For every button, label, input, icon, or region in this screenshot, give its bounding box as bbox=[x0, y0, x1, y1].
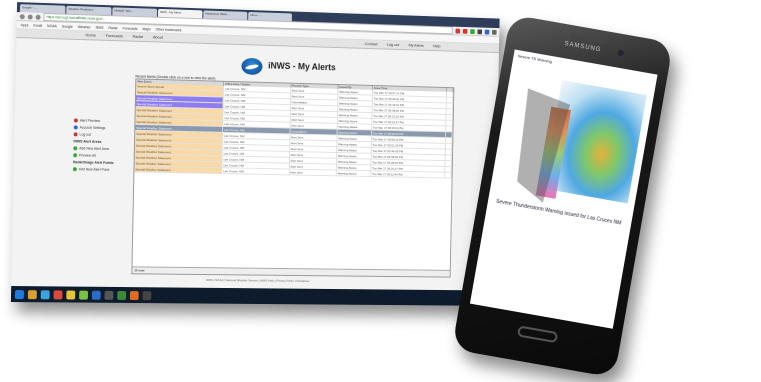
sidebar-item-label: Preview All bbox=[79, 153, 96, 158]
app-icon[interactable] bbox=[142, 290, 152, 300]
table-cell-area: Las Cruces, NM bbox=[221, 167, 289, 175]
camera-icon bbox=[617, 49, 625, 57]
reload-icon[interactable] bbox=[35, 14, 41, 20]
bookmark-item[interactable]: NWS bbox=[96, 24, 104, 31]
app-icon[interactable] bbox=[79, 290, 89, 300]
laptop-screenshot: Google - ... Weather Prediction Multiple T… bbox=[10, 2, 500, 306]
table-cell-time: Tue Mar 17 05:12:44 PM bbox=[370, 170, 446, 178]
sidebar-item-add-point[interactable]: Add New Alert Point bbox=[72, 166, 114, 174]
extension-icon[interactable] bbox=[484, 29, 490, 35]
bookmark-item[interactable]: Radar bbox=[108, 24, 117, 31]
back-icon[interactable] bbox=[19, 13, 25, 19]
alert-icon bbox=[73, 118, 78, 123]
browser-icon[interactable] bbox=[40, 289, 50, 299]
site-nav-link[interactable]: Contact bbox=[365, 40, 378, 48]
settings-icon bbox=[73, 125, 78, 130]
site-nav-link[interactable]: Home bbox=[85, 31, 96, 39]
chrome-icon[interactable] bbox=[53, 289, 63, 299]
phone-brand: SAMSUNG bbox=[563, 41, 602, 54]
table-body: Severe Storm Ahead Las Cruces, NM Alert Se… bbox=[134, 83, 453, 179]
bookmark-item[interactable]: Apps bbox=[21, 21, 29, 28]
table-cell-issued: Warning Aware bbox=[336, 169, 371, 177]
home-button[interactable] bbox=[516, 325, 559, 344]
site-nav-link[interactable]: Log out bbox=[387, 41, 400, 49]
app-icon[interactable] bbox=[91, 290, 101, 300]
bookmark-item[interactable]: Email bbox=[33, 22, 42, 29]
menu-icon[interactable] bbox=[492, 29, 497, 35]
firefox-icon[interactable] bbox=[129, 290, 139, 300]
phone-screen: Severe TS Warning Severe Thunderstorm Wa… bbox=[469, 49, 658, 329]
site-nav-link[interactable]: Radar bbox=[132, 33, 144, 41]
table-footer: 15 rows bbox=[132, 266, 450, 277]
bookmark-item[interactable]: Weather bbox=[78, 23, 91, 30]
table-cell-empty bbox=[444, 172, 452, 179]
site-nav-link[interactable]: Help bbox=[433, 42, 441, 50]
table-cell-event: Special Weather Statement bbox=[134, 165, 222, 174]
extension-icon[interactable] bbox=[470, 28, 475, 34]
preview-icon bbox=[73, 153, 78, 158]
app-icon[interactable] bbox=[117, 290, 127, 300]
taskbar: 6:58 PM bbox=[10, 286, 495, 306]
bookmark-item[interactable]: Google bbox=[62, 23, 73, 30]
add-icon bbox=[72, 167, 77, 172]
page-content: iNWS - My Alerts Alert Preview Account S… bbox=[11, 38, 499, 291]
bookmark-item[interactable]: Forecasts bbox=[123, 25, 138, 32]
site-nav-link[interactable]: About bbox=[153, 33, 163, 41]
forward-icon[interactable] bbox=[27, 13, 33, 20]
sidebar-item-label: Account Settings bbox=[79, 125, 106, 131]
explorer-icon[interactable] bbox=[66, 290, 76, 300]
sidebar-item-label: Add New Alert Area bbox=[79, 146, 109, 152]
bookmark-item[interactable]: NOAA bbox=[47, 22, 57, 29]
extension-icon[interactable] bbox=[462, 28, 468, 34]
page-title: iNWS - My Alerts bbox=[268, 60, 336, 73]
phone-caption: Severe TS Warning bbox=[517, 53, 553, 65]
sidebar-item-label: Add New Alert Point bbox=[78, 167, 110, 172]
table-cell-type: Alert Sent bbox=[288, 169, 337, 176]
add-icon bbox=[73, 146, 78, 151]
bookmark-item[interactable]: Other bookmarks bbox=[156, 26, 182, 34]
noaa-logo bbox=[241, 57, 263, 76]
alerts-table: Alert Event Office Area / Station Product … bbox=[131, 78, 455, 278]
sidebar-item-label: Alert Preview bbox=[79, 118, 101, 124]
logout-icon bbox=[73, 132, 78, 137]
site-nav-link[interactable]: My Alerts bbox=[408, 42, 423, 50]
site-nav-link[interactable]: Forecasts bbox=[106, 32, 123, 40]
extension-icon[interactable] bbox=[455, 28, 461, 34]
bookmark-item[interactable]: Maps bbox=[142, 25, 150, 32]
start-icon[interactable] bbox=[14, 289, 25, 299]
mail-icon[interactable] bbox=[104, 290, 114, 300]
folder-icon[interactable] bbox=[27, 289, 37, 299]
sidebar-item-label: Log out bbox=[79, 132, 92, 137]
phone-alert-text: Severe Thunderstorm Warning issued for L… bbox=[495, 198, 622, 227]
sidebar: Alert Preview Account Settings Log out i… bbox=[72, 117, 115, 174]
extension-icon[interactable] bbox=[477, 28, 483, 34]
